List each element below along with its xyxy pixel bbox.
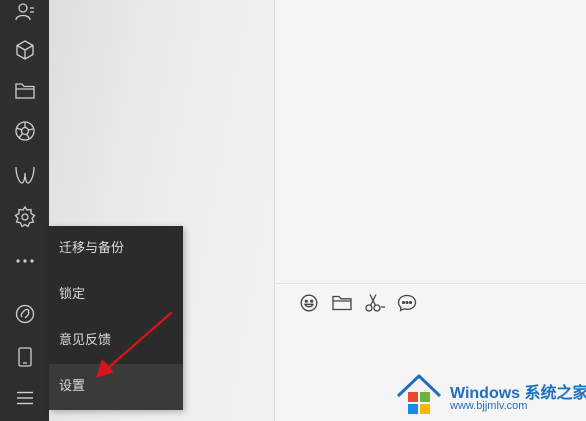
cube-icon[interactable] xyxy=(0,32,49,68)
folder-icon[interactable] xyxy=(0,73,49,109)
search-link-icon[interactable] xyxy=(0,296,49,332)
menu-icon[interactable] xyxy=(0,380,49,416)
sidebar xyxy=(0,0,49,421)
menu-item-migrate-backup[interactable]: 迁移与备份 xyxy=(49,226,183,272)
windows-logo-icon xyxy=(396,374,442,414)
menu-item-feedback[interactable]: 意见反馈 xyxy=(49,318,183,364)
channels-icon[interactable] xyxy=(0,157,49,193)
settings-popup-menu: 迁移与备份 锁定 意见反馈 设置 xyxy=(49,226,183,410)
emoji-icon[interactable] xyxy=(298,292,320,314)
phone-icon[interactable] xyxy=(0,339,49,375)
chat-message-area xyxy=(275,0,586,283)
moments-icon[interactable] xyxy=(0,113,49,149)
file-icon[interactable] xyxy=(331,292,353,314)
contacts-icon[interactable] xyxy=(0,0,49,30)
watermark-url: www.bjjmlv.com xyxy=(450,400,528,412)
menu-item-lock[interactable]: 锁定 xyxy=(49,272,183,318)
screenshot-icon[interactable] xyxy=(364,292,386,314)
watermark: Windows 系统之家 www.bjjmlv.com xyxy=(384,360,586,421)
mini-programs-icon[interactable] xyxy=(0,199,49,235)
chat-history-icon[interactable] xyxy=(396,292,418,314)
menu-item-settings[interactable]: 设置 xyxy=(49,364,183,410)
more-icon[interactable] xyxy=(0,243,49,279)
